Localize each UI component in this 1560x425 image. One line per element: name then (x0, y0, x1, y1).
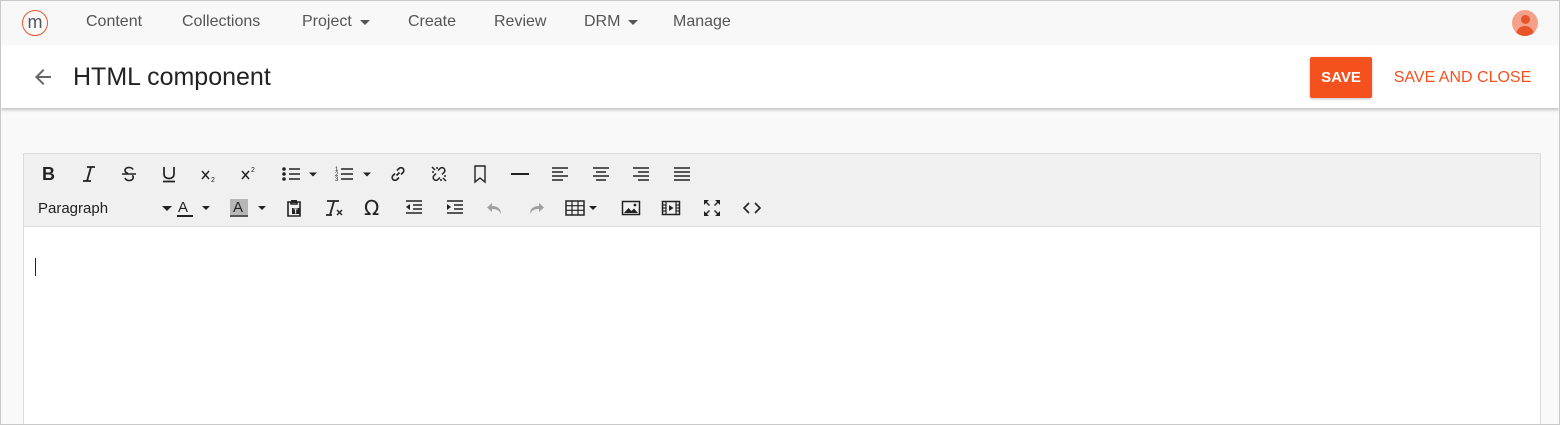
align-justify-icon[interactable] (670, 162, 694, 186)
nav-item-manage[interactable]: Manage (673, 13, 731, 31)
align-center-icon[interactable] (589, 162, 613, 186)
chevron-down-icon (628, 19, 639, 25)
subscript-icon[interactable]: 2 (197, 162, 221, 186)
editor-toolbar: B 2 2 123 Paragraph A A T Ω (24, 154, 1540, 227)
save-button[interactable]: SAVE (1310, 57, 1372, 98)
user-avatar-icon[interactable] (1512, 10, 1538, 36)
italic-icon[interactable] (77, 162, 101, 186)
paste-text-icon[interactable]: T (282, 196, 306, 220)
nav-item-content[interactable]: Content (86, 13, 142, 31)
horizontal-rule-icon[interactable] (508, 162, 532, 186)
nav-item-create[interactable]: Create (408, 13, 456, 31)
source-code-icon[interactable] (740, 196, 764, 220)
background-color-icon[interactable]: A (228, 196, 272, 220)
indent-icon[interactable] (443, 196, 467, 220)
bullet-list-icon[interactable] (278, 162, 322, 186)
strikethrough-icon[interactable] (117, 162, 141, 186)
link-icon[interactable] (386, 162, 410, 186)
align-left-icon[interactable] (548, 162, 572, 186)
save-and-close-button[interactable]: SAVE AND CLOSE (1385, 57, 1540, 98)
svg-text:2: 2 (251, 167, 255, 174)
media-icon[interactable] (659, 196, 683, 220)
editor-content-area[interactable] (24, 228, 1540, 424)
text-color-icon[interactable]: A (174, 196, 218, 220)
bold-icon[interactable]: B (36, 162, 60, 186)
align-right-icon[interactable] (629, 162, 653, 186)
bookmark-icon[interactable] (468, 162, 492, 186)
app-window: m Content Collections Project Create Rev… (0, 0, 1560, 425)
image-icon[interactable] (619, 196, 643, 220)
top-navigation: m Content Collections Project Create Rev… (1, 1, 1559, 45)
nav-item-collections[interactable]: Collections (182, 13, 260, 31)
svg-text:A: A (178, 199, 188, 216)
table-icon[interactable] (564, 196, 604, 220)
svg-text:2: 2 (211, 177, 215, 183)
text-cursor (35, 258, 36, 276)
redo-icon[interactable] (524, 196, 548, 220)
underline-icon[interactable] (157, 162, 181, 186)
page-header: HTML component SAVE SAVE AND CLOSE (1, 45, 1559, 108)
fullscreen-icon[interactable] (700, 196, 724, 220)
nav-item-drm[interactable]: DRM (584, 13, 639, 31)
html-editor: B 2 2 123 Paragraph A A T Ω (23, 153, 1541, 424)
chevron-down-icon (359, 19, 370, 25)
undo-icon[interactable] (483, 196, 507, 220)
special-character-icon[interactable]: Ω (362, 196, 386, 220)
unlink-icon[interactable] (427, 162, 451, 186)
block-format-select[interactable]: Paragraph (38, 196, 172, 220)
arrow-left-icon[interactable] (31, 65, 55, 89)
outdent-icon[interactable] (402, 196, 426, 220)
svg-text:3: 3 (335, 177, 339, 183)
logo-icon[interactable]: m (22, 10, 48, 36)
svg-text:T: T (294, 209, 299, 216)
numbered-list-icon[interactable]: 123 (333, 162, 377, 186)
nav-item-project[interactable]: Project (302, 13, 370, 31)
page-title: HTML component (73, 63, 271, 91)
superscript-icon[interactable]: 2 (237, 162, 261, 186)
svg-text:B: B (42, 165, 55, 183)
chevron-down-icon (162, 206, 172, 211)
nav-item-review[interactable]: Review (494, 13, 546, 31)
svg-text:Ω: Ω (364, 198, 379, 218)
clear-formatting-icon[interactable] (322, 196, 346, 220)
svg-text:A: A (233, 199, 243, 216)
